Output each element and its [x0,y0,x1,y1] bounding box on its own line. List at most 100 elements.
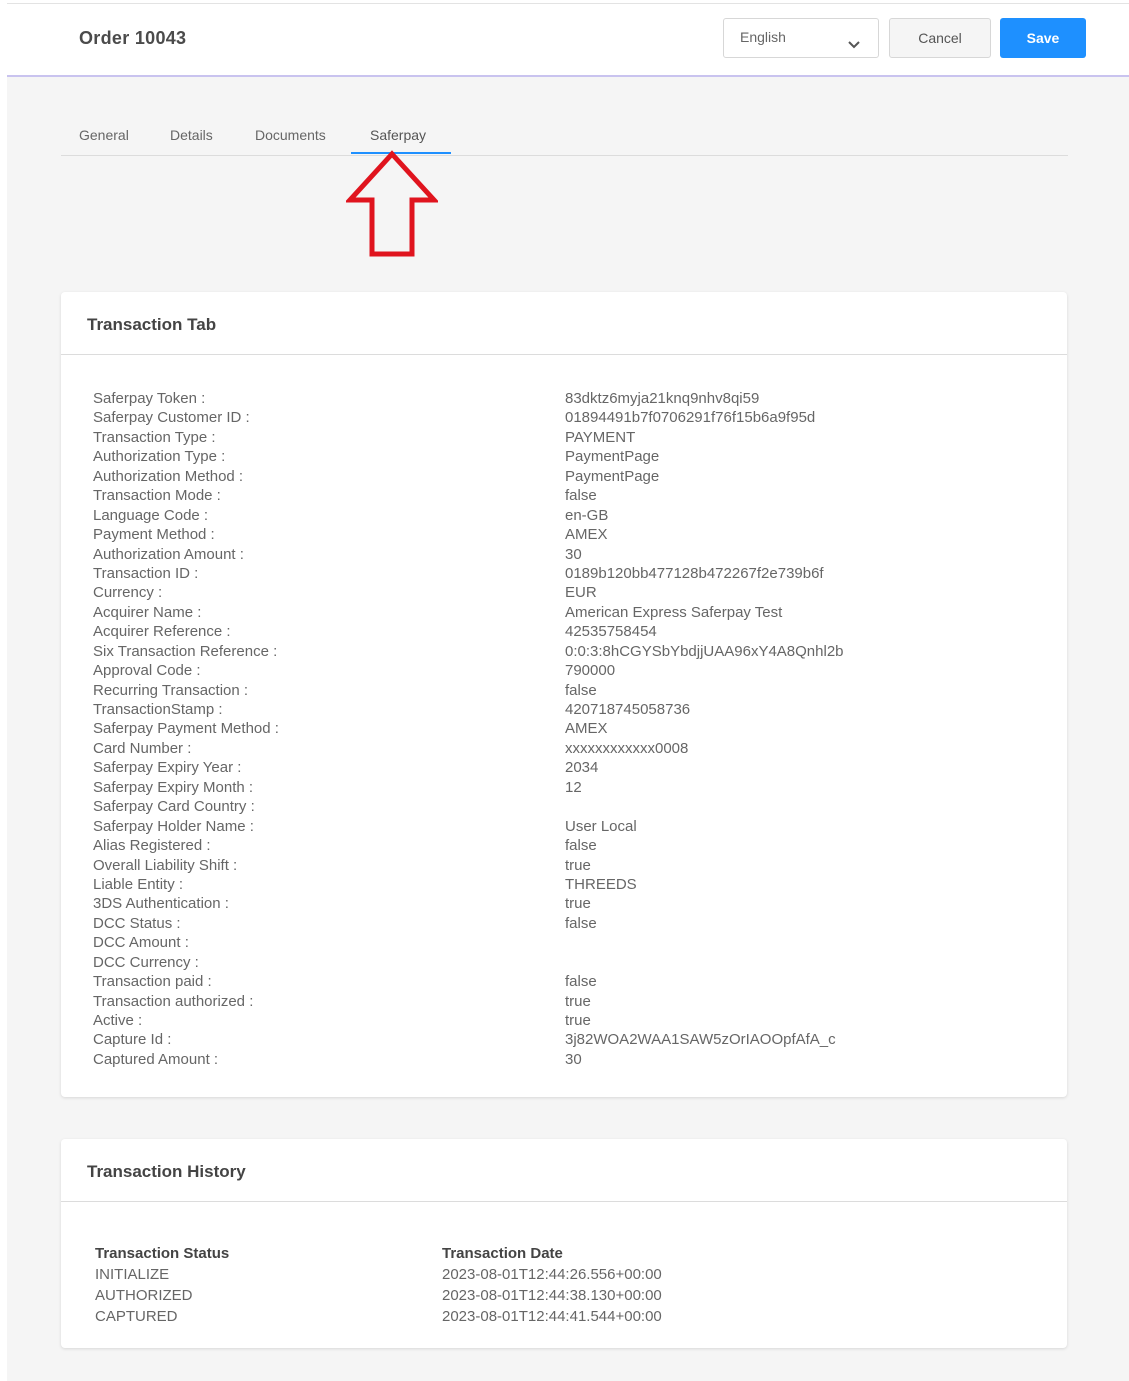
list-item: Saferpay Customer ID : 01894491b7f0706291… [93,408,993,427]
field-value: PaymentPage [565,448,660,466]
cancel-button[interactable]: Cancel [889,18,991,58]
field-value: 0:0:3:8hCGYSbYbdjjUAA96xY4A8Qnhl2b [565,642,844,660]
page-title: Order 10043 [79,28,187,48]
date-cell: 2023-08-01T12:44:26.556+00:00 [442,1266,662,1283]
field-value: false [565,914,597,932]
transaction-history-table: Transaction Status Transaction Date INIT… [95,1243,995,1327]
field-label: Captured Amount : [93,1050,219,1068]
page-header: Order 10043 English Cancel Save [7,4,1129,77]
card-title: Transaction History [87,1162,246,1181]
field-label: DCC Amount : [93,934,189,952]
list-item: Captured Amount : 30 [93,1050,993,1069]
transaction-history-card: Transaction History Transaction Status T… [61,1139,1067,1348]
field-value: EUR [565,584,597,602]
tab-details[interactable]: Details [170,127,213,143]
field-label: Recurring Transaction : [93,681,249,699]
save-button[interactable]: Save [1000,18,1086,58]
list-item: Saferpay Card Country : [93,797,993,816]
card-title: Transaction Tab [87,315,217,334]
language-value: English [740,29,786,45]
list-item: Transaction ID : 0189b120bb477128b472267f… [93,564,993,583]
field-value: 0189b120bb477128b472267f2e739b6f [565,564,824,582]
field-value: en-GB [565,506,609,524]
field-value: xxxxxxxxxxxx0008 [565,739,689,757]
status-cell: CAPTURED [95,1308,178,1325]
field-label: Language Code : [93,506,209,524]
transaction-tab-card: Transaction Tab Saferpay Token : 83dktz6m… [61,292,1067,1097]
field-label: Approval Code : [93,662,201,680]
table-header-row: Transaction Status Transaction Date [95,1243,995,1264]
list-item: TransactionStamp : 420718745058736 [93,700,993,719]
list-item: Transaction paid : false [93,972,993,991]
field-value: THREEDS [565,875,637,893]
tab-documents[interactable]: Documents [255,127,326,143]
field-label: Active : [93,1012,143,1029]
list-item: Authorization Type : PaymentPage [93,447,993,466]
field-value: 2034 [565,759,599,777]
field-label: Currency : [93,584,163,602]
list-item: Approval Code : 790000 [93,661,993,680]
field-value: 01894491b7f0706291f76f15b6a9f95d [565,409,816,427]
field-label: Transaction paid : [93,973,212,991]
table-row: CAPTURED 2023-08-01T12:44:41.544+00:00 [95,1306,995,1327]
field-label: Transaction Type : [93,428,216,446]
tab-saferpay[interactable]: Saferpay [370,127,426,143]
list-item: Currency : EUR [93,583,993,602]
list-item: 3DS Authentication : true [93,894,993,913]
field-value: 83dktz6myja21knq9nhv8qi59 [565,390,760,407]
field-value: User Local [565,817,637,835]
language-select[interactable]: English [723,18,879,58]
field-label: Card Number : [93,739,192,757]
list-item: Saferpay Token : 83dktz6myja21knq9nhv8qi5… [93,389,993,408]
date-cell: 2023-08-01T12:44:41.544+00:00 [442,1308,662,1325]
field-label: Saferpay Expiry Year : [93,759,242,777]
field-label: Authorization Method : [93,467,244,485]
field-value: false [565,837,597,855]
field-value: false [565,487,597,505]
tab-bar: General Details Documents Saferpay [61,114,1068,156]
list-item: DCC Amount : [93,933,993,952]
status-cell: INITIALIZE [95,1266,170,1283]
list-item: Payment Method : AMEX [93,525,993,544]
field-label: TransactionStamp : [93,701,223,718]
field-value: 12 [565,778,582,796]
field-value: 3j82WOA2WAA1SAW5zOrIAOOpfAfA_c [565,1031,836,1049]
list-item: Overall Liability Shift : true [93,856,993,875]
field-label: Authorization Type : [93,448,226,466]
table-row: AUTHORIZED 2023-08-01T12:44:38.130+00:00 [95,1285,995,1306]
list-item: Language Code : en-GB [93,506,993,525]
transaction-details-list: Saferpay Token : 83dktz6myja21knq9nhv8qi5… [93,389,993,1069]
field-label: Authorization Amount : [93,545,244,563]
list-item: Authorization Method : PaymentPage [93,467,993,486]
list-item: Saferpay Expiry Month : 12 [93,778,993,797]
field-label: Transaction authorized : [93,992,254,1010]
list-item: DCC Status : false [93,914,993,933]
list-item: Acquirer Name : American Express Saferpay… [93,603,993,622]
tab-general[interactable]: General [79,127,129,143]
field-value: true [565,895,591,913]
field-label: Six Transaction Reference : [93,642,278,660]
list-item: Card Number : xxxxxxxxxxxx0008 [93,739,993,758]
field-label: Capture Id : [93,1031,172,1049]
status-cell: AUTHORIZED [95,1287,193,1304]
list-item: Recurring Transaction : false [93,681,993,700]
list-item: Transaction authorized : true [93,992,993,1011]
field-value: true [565,1012,591,1029]
list-item: Saferpay Payment Method : AMEX [93,719,993,738]
list-item: Transaction Type : PAYMENT [93,428,993,447]
field-value: 30 [565,1050,582,1068]
field-label: Alias Registered : [93,837,211,855]
field-value: 790000 [565,662,616,680]
field-label: DCC Status : [93,914,181,932]
field-value: 420718745058736 [565,701,691,718]
field-value: false [565,973,597,991]
table-row: INITIALIZE 2023-08-01T12:44:26.556+00:00 [95,1264,995,1285]
list-item: Saferpay Expiry Year : 2034 [93,758,993,777]
column-header-status: Transaction Status [95,1245,230,1262]
field-value: AMEX [565,526,608,544]
field-label: Saferpay Holder Name : [93,817,254,835]
list-item: Saferpay Holder Name : User Local [93,817,993,836]
field-label: Saferpay Card Country : [93,798,255,816]
chevron-down-icon [848,36,860,54]
up-arrow-icon [344,150,440,263]
